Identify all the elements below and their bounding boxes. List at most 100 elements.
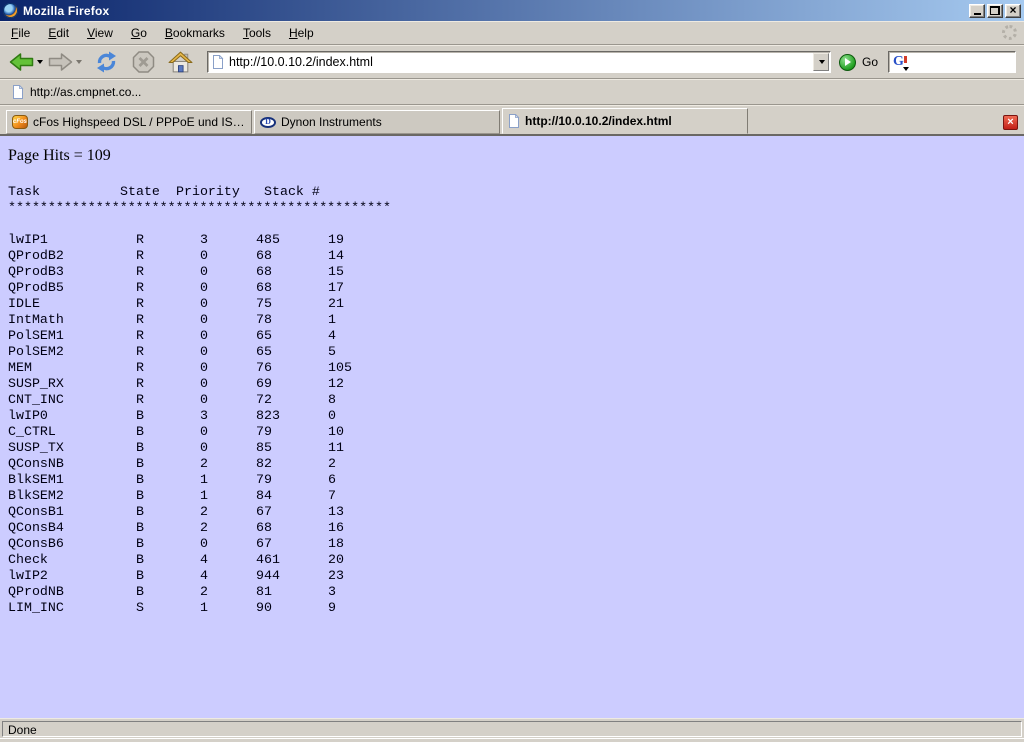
document-icon <box>508 114 520 128</box>
num-cell: 14 <box>328 248 344 264</box>
search-box[interactable]: G <box>888 51 1016 73</box>
stack-cell: 65 <box>256 328 328 344</box>
url-bar[interactable] <box>207 51 831 73</box>
task-row: QProdB5R06817 <box>8 280 1024 296</box>
state-cell: B <box>136 440 200 456</box>
menu-item-go[interactable]: Go <box>122 23 156 43</box>
num-cell: 1 <box>328 312 336 328</box>
num-cell: 7 <box>328 488 336 504</box>
bookmark-item[interactable]: http://as.cmpnet.co... <box>8 83 145 101</box>
task-cell: SUSP_TX <box>8 440 136 456</box>
restore-icon <box>990 6 1000 15</box>
reload-button[interactable] <box>94 50 119 74</box>
go-button[interactable]: Go <box>839 54 878 71</box>
priority-cell: 3 <box>200 232 256 248</box>
task-cell: CNT_INC <box>8 392 136 408</box>
stack-cell: 67 <box>256 536 328 552</box>
minimize-button[interactable] <box>969 4 985 18</box>
header-state: State <box>120 184 176 200</box>
search-input[interactable] <box>914 55 1024 69</box>
stack-cell: 85 <box>256 440 328 456</box>
separator-row: ****************************************… <box>8 200 1024 216</box>
close-button[interactable]: × <box>1005 4 1021 18</box>
google-icon[interactable]: G <box>893 55 904 69</box>
menu-item-file[interactable]: File <box>2 23 39 43</box>
state-cell: B <box>136 504 200 520</box>
task-row: QProdB2R06814 <box>8 248 1024 264</box>
url-input[interactable] <box>229 55 812 69</box>
num-cell: 18 <box>328 536 344 552</box>
num-cell: 0 <box>328 408 336 424</box>
priority-cell: 0 <box>200 296 256 312</box>
url-dropdown-button[interactable] <box>813 53 829 71</box>
priority-cell: 2 <box>200 456 256 472</box>
stack-cell: 944 <box>256 568 328 584</box>
stack-cell: 84 <box>256 488 328 504</box>
menu-item-view[interactable]: View <box>78 23 122 43</box>
stack-cell: 81 <box>256 584 328 600</box>
task-row: lwIP0B38230 <box>8 408 1024 424</box>
state-cell: B <box>136 536 200 552</box>
stack-cell: 67 <box>256 504 328 520</box>
priority-cell: 3 <box>200 408 256 424</box>
num-cell: 6 <box>328 472 336 488</box>
task-row: QConsB6B06718 <box>8 536 1024 552</box>
header-task: Task <box>8 184 120 200</box>
priority-cell: 0 <box>200 376 256 392</box>
go-label: Go <box>862 55 878 69</box>
task-row: BlkSEM2B1847 <box>8 488 1024 504</box>
stack-cell: 68 <box>256 248 328 264</box>
forward-button[interactable] <box>47 52 82 72</box>
priority-cell: 0 <box>200 328 256 344</box>
task-cell: QProdB3 <box>8 264 136 280</box>
num-cell: 10 <box>328 424 344 440</box>
menu-item-edit[interactable]: Edit <box>39 23 78 43</box>
tab-1[interactable]: cFoscFos Highspeed DSL / PPPoE und ISDN … <box>6 110 252 134</box>
tab-bar: cFoscFos Highspeed DSL / PPPoE und ISDN … <box>0 105 1024 136</box>
priority-cell: 2 <box>200 504 256 520</box>
tab-2[interactable]: DDynon Instruments <box>254 110 500 134</box>
back-dropdown-icon[interactable] <box>37 60 43 64</box>
home-button[interactable] <box>168 51 193 74</box>
menu-item-help[interactable]: Help <box>280 23 323 43</box>
stack-cell: 79 <box>256 472 328 488</box>
num-cell: 9 <box>328 600 336 616</box>
state-cell: B <box>136 472 200 488</box>
back-button[interactable] <box>8 52 43 72</box>
num-cell: 12 <box>328 376 344 392</box>
task-row: PolSEM1R0654 <box>8 328 1024 344</box>
num-cell: 5 <box>328 344 336 360</box>
tab-label: http://10.0.10.2/index.html <box>525 114 672 128</box>
priority-cell: 0 <box>200 264 256 280</box>
task-cell: QProdNB <box>8 584 136 600</box>
header-stack: Stack # <box>264 184 320 200</box>
menu-item-bookmarks[interactable]: Bookmarks <box>156 23 234 43</box>
menu-bar: FileEditViewGoBookmarksToolsHelp <box>0 21 1024 45</box>
task-cell: QProdB5 <box>8 280 136 296</box>
priority-cell: 2 <box>200 584 256 600</box>
stack-cell: 75 <box>256 296 328 312</box>
task-cell: lwIP0 <box>8 408 136 424</box>
task-cell: Check <box>8 552 136 568</box>
num-cell: 105 <box>328 360 352 376</box>
stack-cell: 65 <box>256 344 328 360</box>
stop-icon <box>131 50 156 74</box>
title-bar: Mozilla Firefox × <box>0 0 1024 21</box>
task-cell: IntMath <box>8 312 136 328</box>
status-bar: Done <box>0 718 1024 738</box>
task-row: MEMR076105 <box>8 360 1024 376</box>
task-cell: PolSEM1 <box>8 328 136 344</box>
tab-3[interactable]: http://10.0.10.2/index.html <box>502 108 748 134</box>
priority-cell: 0 <box>200 248 256 264</box>
stop-button[interactable] <box>131 50 156 74</box>
blank-line <box>8 216 1024 232</box>
task-cell: PolSEM2 <box>8 344 136 360</box>
close-tab-button[interactable]: × <box>1003 115 1018 130</box>
restore-button[interactable] <box>987 4 1003 18</box>
stack-cell: 76 <box>256 360 328 376</box>
task-cell: C_CTRL <box>8 424 136 440</box>
menu-item-tools[interactable]: Tools <box>234 23 280 43</box>
state-cell: B <box>136 424 200 440</box>
forward-dropdown-icon[interactable] <box>76 60 82 64</box>
task-row: LIM_INCS1909 <box>8 600 1024 616</box>
